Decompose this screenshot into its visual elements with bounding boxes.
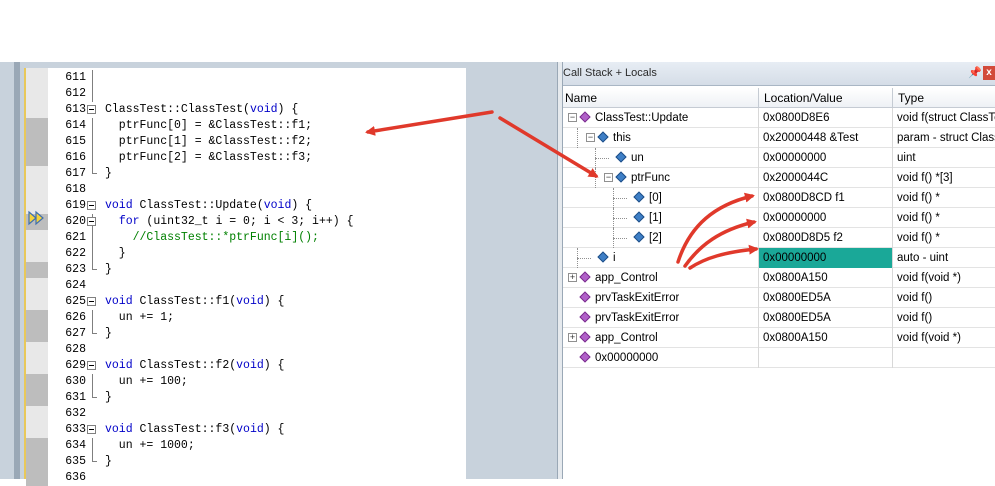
annotation-arrow-ptrfunc (498, 116, 599, 178)
annotation-arrow-constructor (365, 110, 494, 136)
annotation-arrows (365, 110, 759, 270)
annotation-arrow-index-2 (688, 244, 759, 270)
